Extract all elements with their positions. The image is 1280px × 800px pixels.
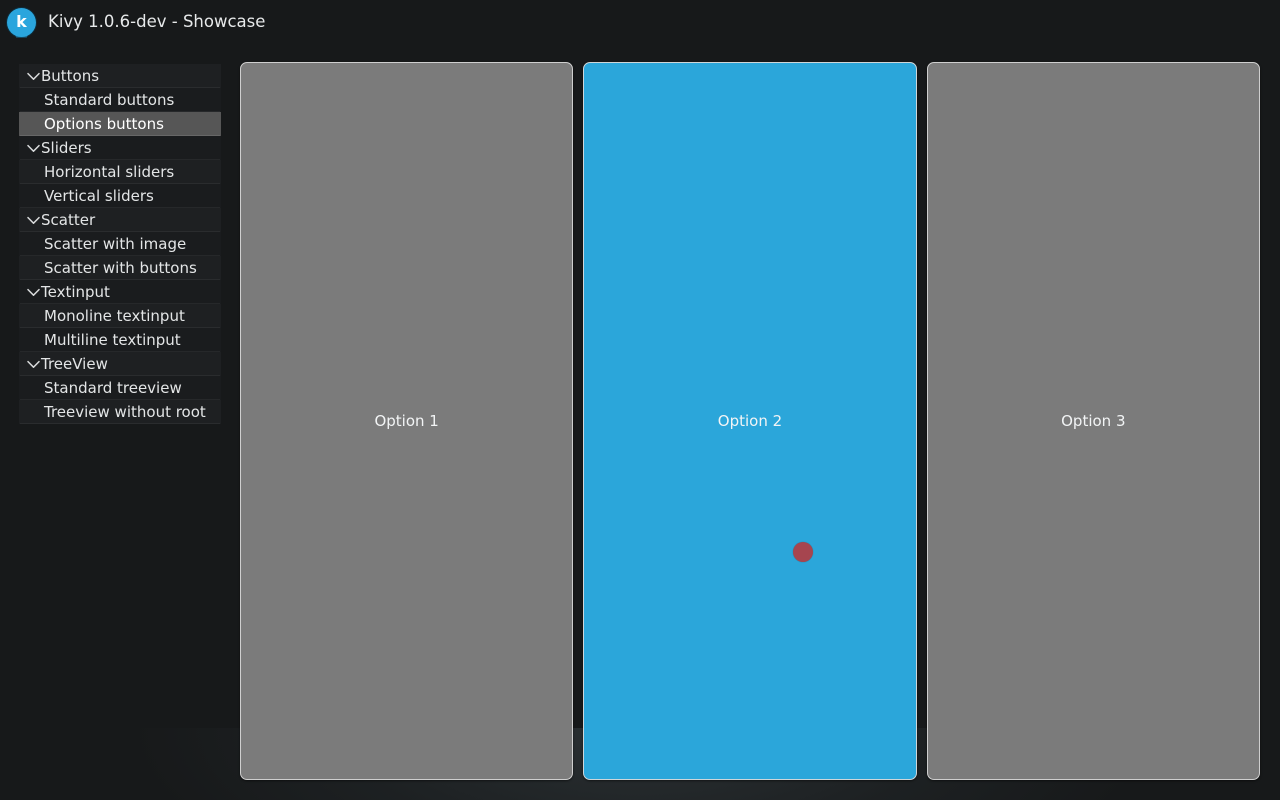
- tree-item-treeview-without-root[interactable]: Treeview without root: [19, 400, 221, 424]
- toggle-button-option-1[interactable]: Option 1: [240, 62, 574, 780]
- kivy-logo-letter: k: [16, 11, 27, 31]
- tree-item-label: TreeView: [41, 354, 108, 373]
- tree-item-scatter-with-buttons[interactable]: Scatter with buttons: [19, 256, 221, 280]
- toggle-button-option-2[interactable]: Option 2: [583, 62, 917, 780]
- tree-item-label: Textinput: [41, 282, 110, 301]
- kivy-showcase-window: k Kivy 1.0.6-dev - Showcase Buttons Stand…: [0, 0, 1280, 800]
- tree-item-label: Scatter with buttons: [44, 258, 197, 277]
- chevron-down-icon[interactable]: [19, 144, 41, 153]
- tree-item-horizontal-sliders[interactable]: Horizontal sliders: [19, 160, 221, 184]
- toggle-button-option-3[interactable]: Option 3: [926, 62, 1260, 780]
- title-bar: k Kivy 1.0.6-dev - Showcase: [0, 0, 1280, 44]
- chevron-down-icon[interactable]: [19, 288, 41, 297]
- chevron-down-icon[interactable]: [19, 216, 41, 225]
- tree-item-label: Vertical sliders: [44, 186, 154, 205]
- tree-item-monoline-textinput[interactable]: Monoline textinput: [19, 304, 221, 328]
- tree-item-multiline-textinput[interactable]: Multiline textinput: [19, 328, 221, 352]
- tree-item-label: Standard treeview: [44, 378, 182, 397]
- tree-item-scatter-with-image[interactable]: Scatter with image: [19, 232, 221, 256]
- touch-dot-indicator: [793, 542, 813, 562]
- options-button-group: Option 1 Option 2 Option 3: [240, 62, 1260, 780]
- tree-item-buttons[interactable]: Buttons: [19, 64, 221, 88]
- tree-item-label: Monoline textinput: [44, 306, 185, 325]
- option-button-label: Option 2: [717, 411, 783, 430]
- tree-item-label: Horizontal sliders: [44, 162, 175, 181]
- tree-item-label: Options buttons: [44, 114, 164, 133]
- tree-item-label: Buttons: [41, 66, 100, 85]
- tree-item-textinput[interactable]: Textinput: [19, 280, 221, 304]
- tree-item-label: Multiline textinput: [44, 330, 181, 349]
- tree-item-label: Sliders: [41, 138, 92, 157]
- option-button-label: Option 3: [1061, 411, 1126, 430]
- tree-item-treeview[interactable]: TreeView: [19, 352, 221, 376]
- tree-item-sliders[interactable]: Sliders: [19, 136, 221, 160]
- tree-item-label: Scatter with image: [44, 234, 187, 253]
- tree-item-label: Treeview without root: [44, 402, 206, 421]
- page-title: Kivy 1.0.6-dev - Showcase: [48, 11, 266, 31]
- showcase-treeview[interactable]: Buttons Standard buttons Options buttons Sl…: [19, 64, 221, 424]
- tree-item-scatter[interactable]: Scatter: [19, 208, 221, 232]
- tree-item-label: Scatter: [41, 210, 96, 229]
- chevron-down-icon[interactable]: [19, 360, 41, 369]
- kivy-logo-icon: k: [7, 7, 36, 38]
- tree-item-standard-treeview[interactable]: Standard treeview: [19, 376, 221, 400]
- tree-item-vertical-sliders[interactable]: Vertical sliders: [19, 184, 221, 208]
- chevron-down-icon[interactable]: [19, 72, 41, 81]
- tree-item-options-buttons[interactable]: Options buttons: [19, 112, 221, 136]
- tree-item-label: Standard buttons: [44, 90, 175, 109]
- option-button-label: Option 1: [374, 411, 439, 430]
- tree-item-standard-buttons[interactable]: Standard buttons: [19, 88, 221, 112]
